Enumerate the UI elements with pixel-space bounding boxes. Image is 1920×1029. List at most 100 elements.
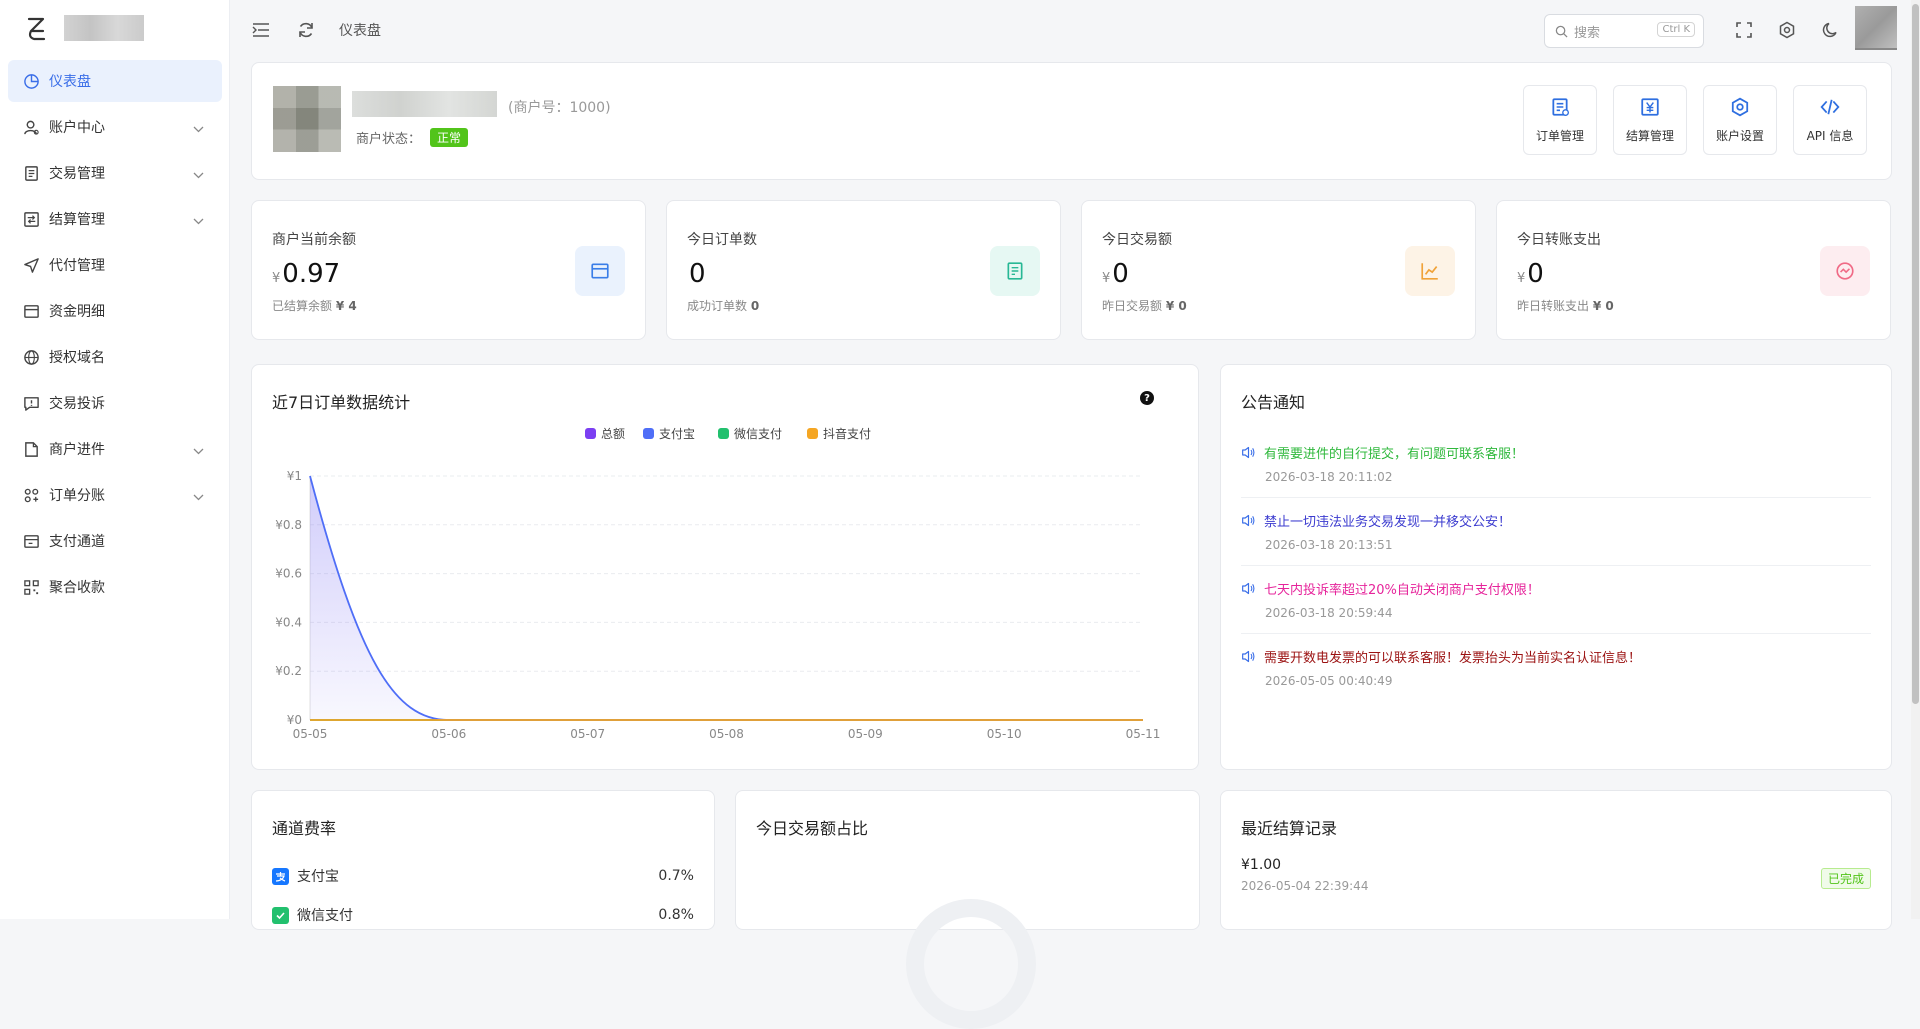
legend-swatch bbox=[807, 428, 818, 439]
stat-card-2: 今日交易额 ¥0 昨日交易额 ¥ 0 bbox=[1081, 200, 1476, 340]
sidebar-item-6[interactable]: 授权域名 bbox=[8, 336, 222, 378]
stat-value: 0 bbox=[689, 259, 706, 289]
search-placeholder: 搜索 bbox=[1574, 25, 1601, 41]
stat-title: 商户当前余额 bbox=[272, 232, 356, 248]
legend-swatch bbox=[585, 428, 596, 439]
chevron-down-icon bbox=[193, 213, 204, 229]
settlement-icon bbox=[22, 210, 40, 228]
quick-action-3[interactable]: API 信息 bbox=[1793, 85, 1867, 155]
fullscreen-icon[interactable] bbox=[1733, 19, 1755, 41]
x-tick-label: 05-09 bbox=[848, 727, 883, 741]
notice-date: 2026-03-18 20:11:02 bbox=[1265, 470, 1393, 484]
stat-value-wrap: 0 bbox=[687, 259, 706, 289]
y-tick-label: ¥0.8 bbox=[275, 518, 302, 532]
alipay-icon bbox=[272, 867, 289, 885]
merchant-status-badge: 正常 bbox=[430, 128, 469, 147]
settle-amount: ¥1.00 bbox=[1241, 857, 1282, 873]
settle-status-badge: 已完成 bbox=[1820, 868, 1871, 889]
refresh-icon[interactable] bbox=[295, 19, 317, 41]
stat-sub-value: ¥ 0 bbox=[1165, 299, 1187, 313]
sidebar-item-9[interactable]: 订单分账 bbox=[8, 474, 222, 516]
chevron-down-icon bbox=[193, 489, 204, 505]
document-icon bbox=[22, 164, 40, 182]
sidebar-item-label: 结算管理 bbox=[49, 212, 105, 228]
quick-action-1[interactable]: 结算管理 bbox=[1613, 85, 1687, 155]
legend-item[interactable]: 微信支付 bbox=[718, 425, 782, 442]
sidebar-item-3[interactable]: 结算管理 bbox=[8, 198, 222, 240]
transfer-icon bbox=[1820, 246, 1870, 296]
sidebar-item-2[interactable]: 交易管理 bbox=[8, 152, 222, 194]
channel-rate-title: 通道费率 bbox=[272, 819, 337, 838]
notice-item[interactable]: 禁止一切违法业务交易发现一并移交公安！ 2026-03-18 20:13:51 bbox=[1241, 511, 1871, 552]
notice-item[interactable]: 七天内投诉率超过20%自动关闭商户支付权限！ 2026-03-18 20:59:4… bbox=[1241, 579, 1871, 620]
legend-swatch bbox=[643, 428, 654, 439]
sidebar-item-1[interactable]: 账户中心 bbox=[8, 106, 222, 148]
user-avatar[interactable] bbox=[1855, 6, 1897, 48]
notice-text: 七天内投诉率超过20%自动关闭商户支付权限！ bbox=[1264, 583, 1540, 598]
quick-action-label: 订单管理 bbox=[1535, 128, 1584, 143]
sidebar-item-5[interactable]: 资金明细 bbox=[8, 290, 222, 332]
chevron-down-icon bbox=[193, 443, 204, 459]
sidebar-item-8[interactable]: 商户进件 bbox=[8, 428, 222, 470]
stat-currency: ¥ bbox=[1102, 271, 1111, 286]
sidebar-item-0[interactable]: 仪表盘 bbox=[8, 60, 222, 102]
notice-date: 2026-03-18 20:59:44 bbox=[1265, 606, 1393, 620]
menu-toggle-icon[interactable] bbox=[250, 19, 272, 41]
settings-gear-icon[interactable] bbox=[1776, 19, 1798, 41]
x-tick-label: 05-08 bbox=[709, 727, 744, 741]
x-tick-label: 05-10 bbox=[987, 727, 1022, 741]
notice-text-row: 需要开数电发票的可以联系客服！发票抬头为当前实名认证信息！ bbox=[1241, 647, 1871, 666]
sidebar-item-label: 商户进件 bbox=[49, 442, 105, 458]
order-stats-card: 近7日订单数据统计 ? ¥0 ¥0.2 ¥0.4 ¥0.6 ¥0.8 ¥1 05-05 05-… bbox=[251, 364, 1199, 770]
stat-card-0: 商户当前余额 ¥0.97 已结算余额 ¥ 4 bbox=[251, 200, 646, 340]
notice-text: 有需要进件的自行提交，有问题可联系客服！ bbox=[1264, 447, 1525, 462]
stat-sub-value: ¥ 0 bbox=[1592, 299, 1614, 313]
stat-value-wrap: ¥0.97 bbox=[272, 259, 340, 289]
stat-card-1: 今日订单数 0 成功订单数 0 bbox=[666, 200, 1061, 340]
stat-currency: ¥ bbox=[272, 271, 281, 286]
stat-value: 0 bbox=[1527, 259, 1544, 289]
sidebar-item-label: 订单分账 bbox=[49, 488, 105, 504]
sidebar-item-label: 账户中心 bbox=[49, 120, 105, 136]
divider bbox=[1241, 497, 1871, 498]
search-shortcut: Ctrl K bbox=[1657, 22, 1695, 37]
rate-name: 微信支付 bbox=[297, 908, 353, 924]
send-icon bbox=[22, 256, 40, 274]
quick-action-2[interactable]: 账户设置 bbox=[1703, 85, 1777, 155]
dark-mode-moon-icon[interactable] bbox=[1820, 19, 1842, 41]
speaker-icon bbox=[1241, 581, 1256, 596]
order-doc-icon bbox=[1550, 97, 1570, 121]
notice-item[interactable]: 需要开数电发票的可以联系客服！发票抬头为当前实名认证信息！ 2026-05-05 … bbox=[1241, 647, 1871, 688]
sidebar-item-4[interactable]: 代付管理 bbox=[8, 244, 222, 286]
file-plus-icon bbox=[22, 440, 40, 458]
sidebar-item-10[interactable]: 支付通道 bbox=[8, 520, 222, 562]
legend-item[interactable]: 总额 bbox=[585, 425, 625, 442]
stat-sub: 昨日转账支出 ¥ 0 bbox=[1517, 297, 1614, 314]
sidebar-item-11[interactable]: 聚合收款 bbox=[8, 566, 222, 608]
notice-text-row: 七天内投诉率超过20%自动关闭商户支付权限！ bbox=[1241, 579, 1871, 598]
sidebar-item-label: 资金明细 bbox=[49, 304, 105, 320]
sidebar-item-label: 授权域名 bbox=[49, 350, 105, 366]
sidebar-item-7[interactable]: 交易投诉 bbox=[8, 382, 222, 424]
stat-sub: 成功订单数 0 bbox=[687, 297, 759, 314]
legend-swatch bbox=[718, 428, 729, 439]
notice-item[interactable]: 有需要进件的自行提交，有问题可联系客服！ 2026-03-18 20:11:02 bbox=[1241, 443, 1871, 484]
page-scrollbar-thumb[interactable] bbox=[1912, 4, 1919, 704]
divider bbox=[1241, 565, 1871, 566]
sidebar-item-label: 代付管理 bbox=[49, 258, 105, 274]
rate-value: 0.7% bbox=[658, 868, 694, 884]
legend-item[interactable]: 支付宝 bbox=[643, 425, 695, 442]
brand-logo-icon[interactable] bbox=[26, 15, 48, 43]
stat-value-wrap: ¥0 bbox=[1517, 259, 1544, 289]
y-tick-label: ¥1 bbox=[287, 469, 302, 483]
channel-icon bbox=[22, 532, 40, 550]
search-input[interactable]: 搜索 Ctrl K bbox=[1544, 14, 1704, 48]
legend-item[interactable]: 抖音支付 bbox=[807, 425, 871, 442]
quick-action-0[interactable]: 订单管理 bbox=[1523, 85, 1597, 155]
notice-card: 公告通知 有需要进件的自行提交，有问题可联系客服！ 2026-03-18 20:1… bbox=[1220, 364, 1892, 770]
notice-text-row: 禁止一切违法业务交易发现一并移交公安！ bbox=[1241, 511, 1871, 530]
stat-sub: 已结算余额 ¥ 4 bbox=[272, 297, 357, 314]
pie-chart-icon bbox=[22, 72, 40, 90]
speaker-icon bbox=[1241, 649, 1256, 664]
qrcode-icon bbox=[22, 578, 40, 596]
